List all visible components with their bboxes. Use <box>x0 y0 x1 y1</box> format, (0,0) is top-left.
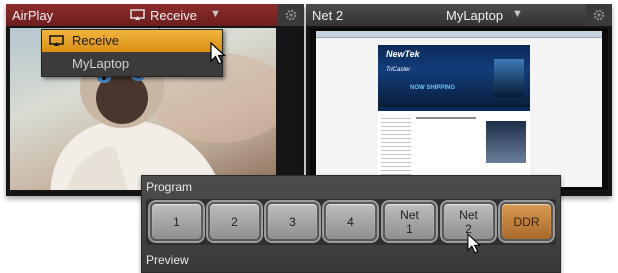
menu-item-receive[interactable]: Receive <box>42 30 222 52</box>
gear-icon <box>285 9 297 21</box>
program-button-2[interactable]: 2 <box>208 202 261 241</box>
net2-input-panel: Net 2 MyLaptop ▼ NewTek TriCaster NOW SH… <box>306 4 612 196</box>
settings-button[interactable] <box>586 4 612 26</box>
program-label: Program <box>146 180 193 194</box>
site-logo: NewTek <box>386 49 420 59</box>
gear-icon <box>593 9 605 21</box>
airplay-header: AirPlay Receive ▼ <box>6 4 304 26</box>
menu-item-label: MyLaptop <box>72 56 130 71</box>
menu-item-label: Receive <box>72 33 119 48</box>
monitor-icon <box>130 9 145 24</box>
input-name-label: AirPlay <box>12 8 54 23</box>
switcher-panel: Program 1 2 3 4 Net 1 Net 2 DDR Preview <box>141 175 561 273</box>
program-button-3[interactable]: 3 <box>266 202 319 241</box>
newtek-website: NewTek TriCaster NOW SHIPPING <box>378 45 530 187</box>
net2-header: Net 2 MyLaptop ▼ <box>306 4 612 26</box>
settings-button[interactable] <box>278 4 304 26</box>
source-select[interactable]: Receive <box>150 8 197 23</box>
source-select[interactable]: MyLaptop <box>446 8 503 23</box>
chevron-down-icon[interactable]: ▼ <box>512 8 523 20</box>
net2-video: NewTek TriCaster NOW SHIPPING <box>310 28 608 190</box>
preview-label: Preview <box>146 253 189 267</box>
menu-item-mylaptop[interactable]: MyLaptop <box>42 53 222 75</box>
program-button-net2[interactable]: Net 2 <box>442 202 495 241</box>
program-button-ddr[interactable]: DDR <box>500 202 553 241</box>
program-button-4[interactable]: 4 <box>324 202 377 241</box>
program-row: 1 2 3 4 Net 1 Net 2 DDR <box>146 199 556 245</box>
browser-window: NewTek TriCaster NOW SHIPPING <box>316 31 602 187</box>
program-button-net1[interactable]: Net 1 <box>383 202 436 241</box>
program-button-1[interactable]: 1 <box>150 202 203 241</box>
source-dropdown-menu: Receive MyLaptop <box>41 29 223 77</box>
chevron-down-icon[interactable]: ▼ <box>210 8 221 20</box>
monitor-icon <box>49 35 64 50</box>
input-name-label: Net 2 <box>312 8 344 23</box>
